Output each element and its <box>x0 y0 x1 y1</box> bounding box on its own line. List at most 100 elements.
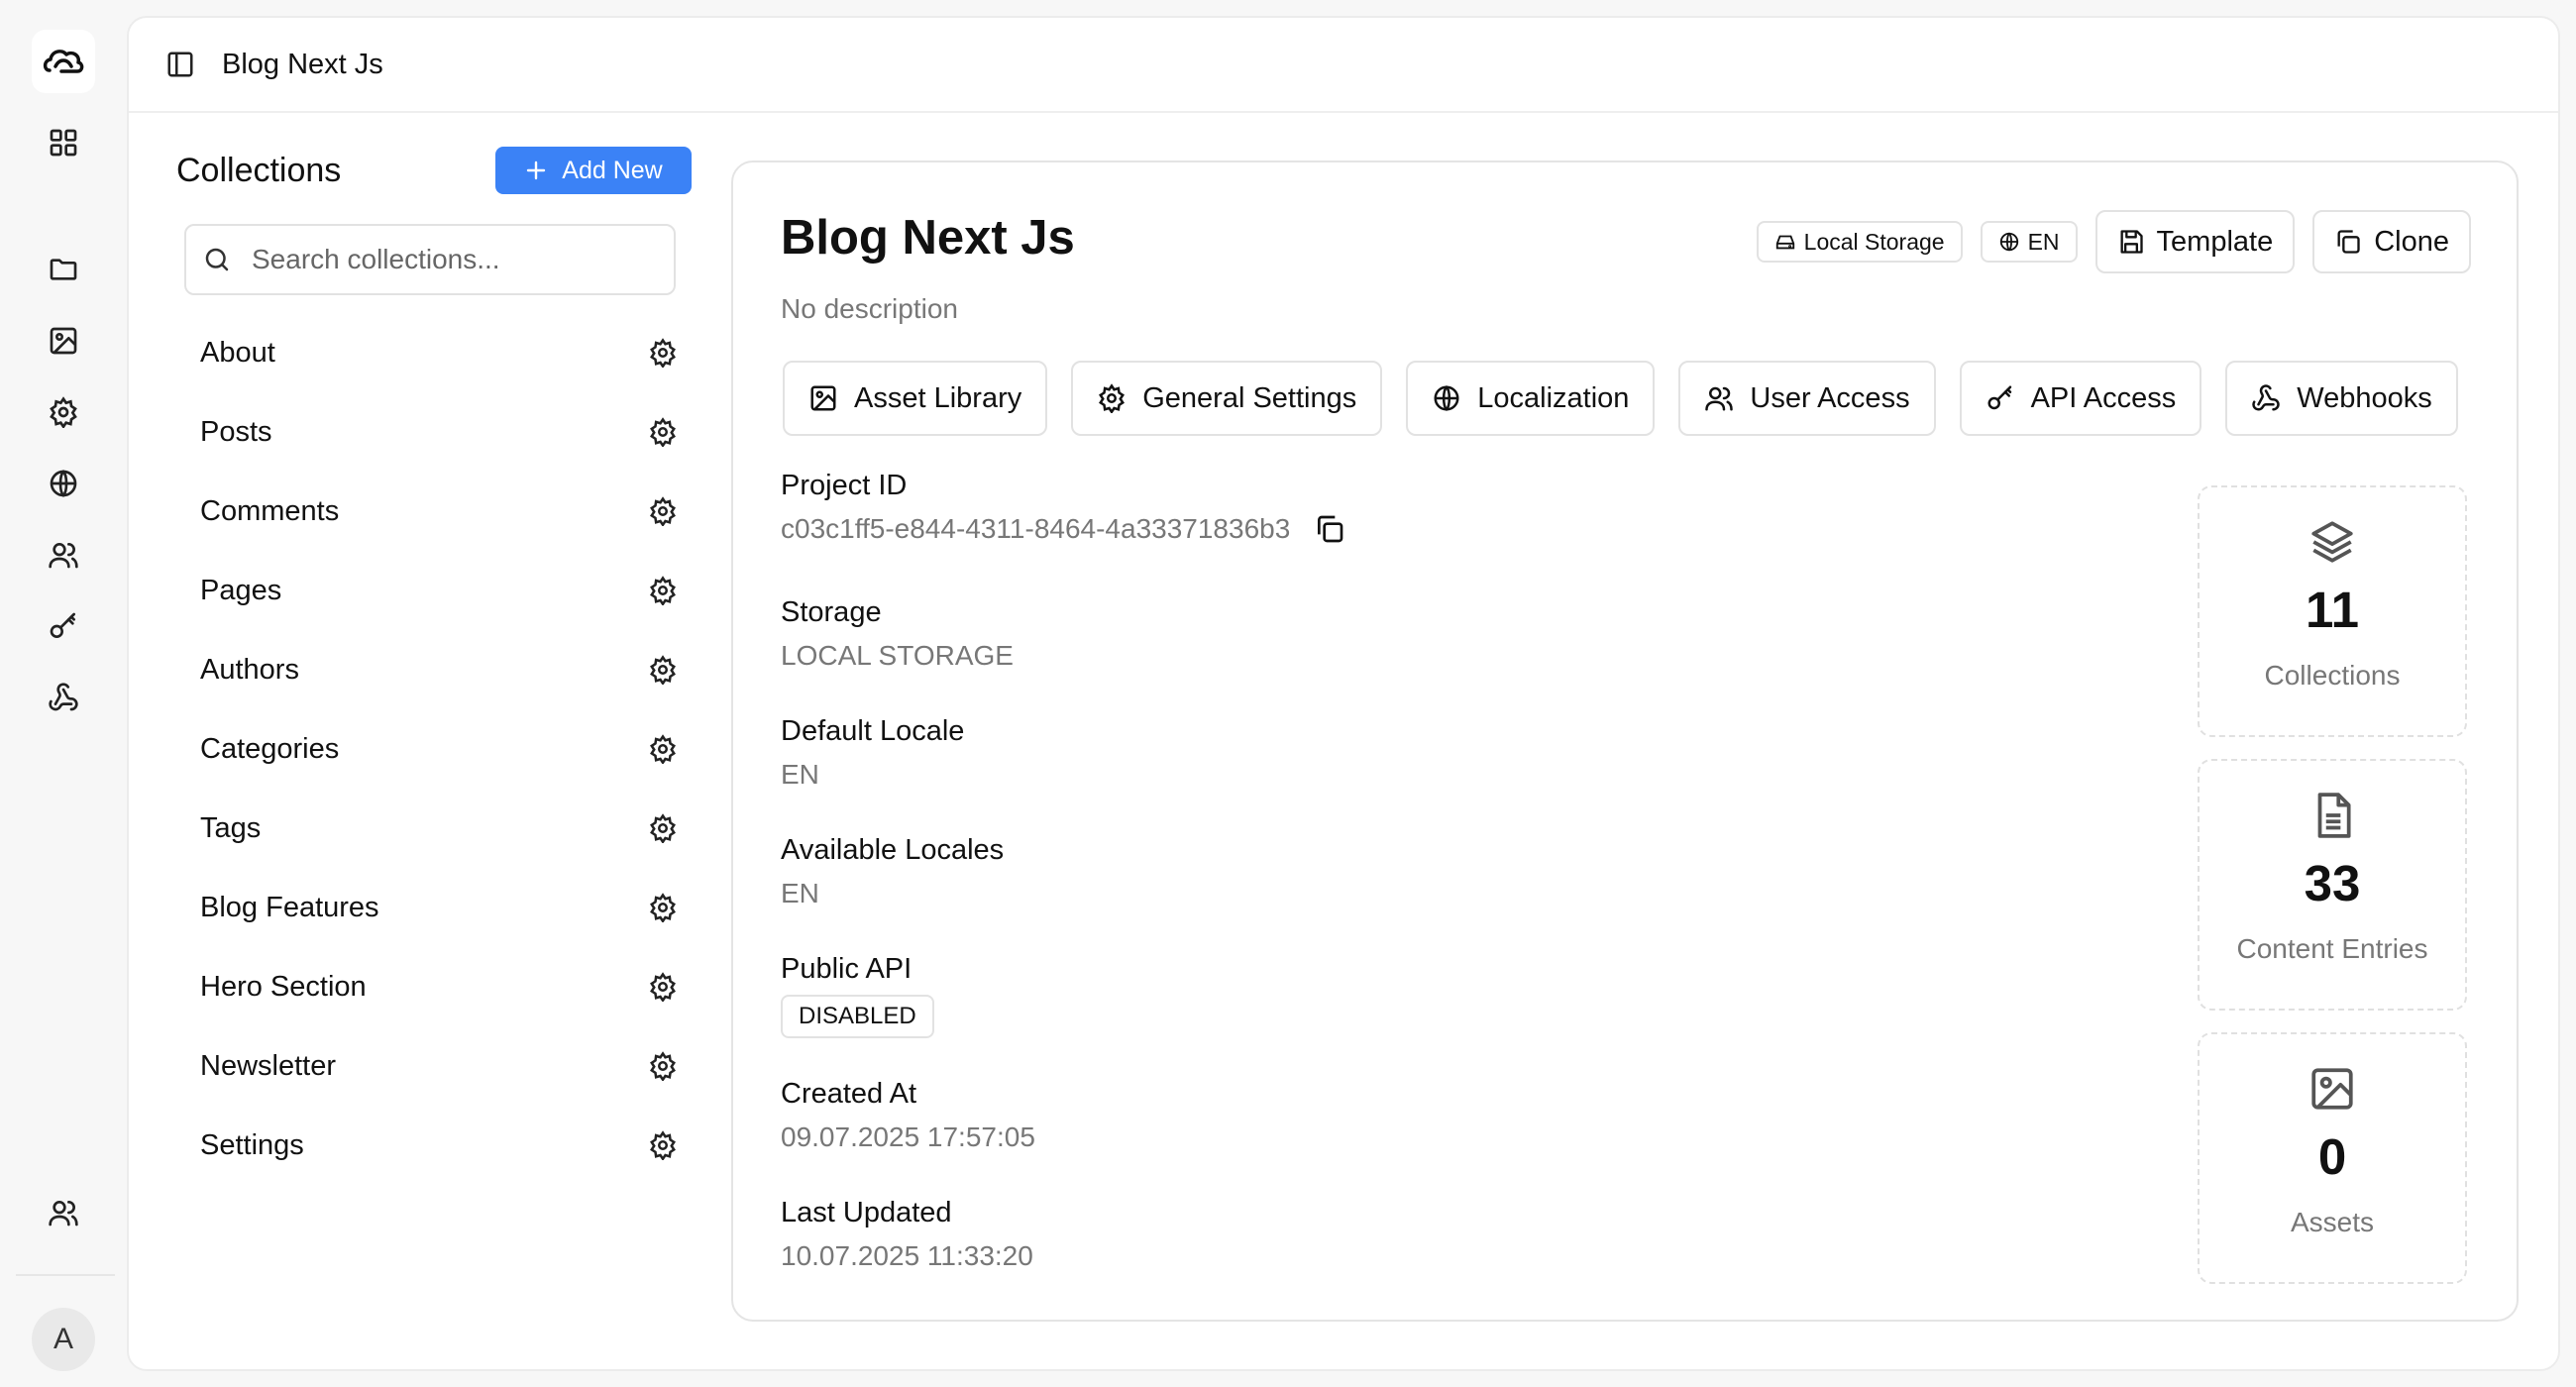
collection-label: Hero Section <box>200 970 367 1003</box>
field-default-locale: Default Locale EN <box>781 715 1345 834</box>
project-tabs: Asset Library General Settings Localizat… <box>783 361 2458 436</box>
breadcrumb-title: Blog Next Js <box>222 48 383 80</box>
settings-icon[interactable] <box>40 388 87 436</box>
created-at-label: Created At <box>781 1078 917 1110</box>
collection-item-newsletter[interactable]: Newsletter <box>176 1026 692 1106</box>
collection-item-comments[interactable]: Comments <box>176 472 692 551</box>
gear-icon[interactable] <box>648 338 678 368</box>
project-title: Blog Next Js <box>781 211 1075 265</box>
search-icon <box>205 248 229 271</box>
tab-user-access[interactable]: User Access <box>1678 361 1936 436</box>
search-input[interactable]: Search collections... <box>184 224 676 295</box>
clone-button[interactable]: Clone <box>2312 210 2471 273</box>
collection-item-posts[interactable]: Posts <box>176 392 692 472</box>
template-button[interactable]: Template <box>2094 210 2296 273</box>
gear-icon[interactable] <box>648 655 678 685</box>
dashboard-icon[interactable] <box>40 119 87 166</box>
search-placeholder: Search collections... <box>252 244 500 274</box>
team-users-icon[interactable] <box>40 1189 87 1236</box>
gear-icon[interactable] <box>648 893 678 922</box>
storage-badge-label: Local Storage <box>1803 228 1945 255</box>
hard-drive-icon <box>1775 235 1794 250</box>
tab-general-settings[interactable]: General Settings <box>1071 361 1383 436</box>
file-text-icon <box>2317 793 2351 838</box>
tab-asset-library[interactable]: Asset Library <box>783 361 1048 436</box>
collection-label: Comments <box>200 494 340 527</box>
collection-label: Tags <box>200 811 262 844</box>
gear-icon[interactable] <box>648 417 678 447</box>
template-label: Template <box>2156 225 2274 258</box>
layers-icon <box>2311 521 2353 563</box>
globe-icon[interactable] <box>40 460 87 507</box>
gear-icon[interactable] <box>648 496 678 526</box>
save-icon <box>2120 230 2143 254</box>
image-icon[interactable] <box>40 317 87 365</box>
field-project-id: Project ID c03c1ff5-e844-4311-8464-4a333… <box>781 470 1345 596</box>
field-last-updated: Last Updated 10.07.2025 11:33:20 <box>781 1197 1345 1296</box>
clone-label: Clone <box>2374 225 2449 258</box>
locale-badge-label: EN <box>2027 228 2060 255</box>
project-id-label: Project ID <box>781 470 908 501</box>
image-icon <box>810 385 836 411</box>
sidebar-toggle-icon[interactable] <box>161 45 200 84</box>
gear-icon[interactable] <box>648 813 678 843</box>
collection-item-pages[interactable]: Pages <box>176 551 692 630</box>
gear-icon[interactable] <box>648 1051 678 1081</box>
collection-label: Categories <box>200 732 340 765</box>
stat-collections: 11 Collections <box>2198 485 2467 737</box>
gear-icon[interactable] <box>648 576 678 605</box>
available-locales-label: Available Locales <box>781 834 1005 866</box>
collection-item-settings[interactable]: Settings <box>176 1106 692 1185</box>
stat-value: 0 <box>2317 1128 2347 1185</box>
collection-item-about[interactable]: About <box>176 313 692 392</box>
tab-label: User Access <box>1750 381 1910 414</box>
app-logo[interactable] <box>32 30 95 93</box>
tab-webhooks[interactable]: Webhooks <box>2225 361 2458 436</box>
collection-label: Blog Features <box>200 891 379 923</box>
field-available-locales: Available Locales EN <box>781 834 1345 953</box>
collection-label: Posts <box>200 415 272 448</box>
collection-item-hero-section[interactable]: Hero Section <box>176 947 692 1026</box>
locale-badge: EN <box>1980 221 2078 263</box>
key-icon[interactable] <box>40 602 87 650</box>
tab-api-access[interactable]: API Access <box>1959 361 2202 436</box>
collections-heading: Collections <box>176 151 342 189</box>
collection-label: Settings <box>200 1128 304 1161</box>
header-actions: Local Storage EN Template Clone <box>1756 210 2471 273</box>
collection-label: Authors <box>200 653 299 686</box>
avatar-letter: A <box>53 1323 73 1355</box>
rail-divider <box>16 1274 115 1276</box>
collections-list: About Posts Comments Pages Authors Categ… <box>176 313 692 1185</box>
stat-value: 11 <box>2306 582 2359 638</box>
field-storage: Storage LOCAL STORAGE <box>781 596 1345 715</box>
users-icon[interactable] <box>40 531 87 579</box>
public-api-label: Public API <box>781 953 912 985</box>
icon-rail: A <box>0 0 127 1387</box>
tab-label: Asset Library <box>854 381 1022 414</box>
add-new-label: Add New <box>562 156 663 184</box>
collection-label: About <box>200 336 275 369</box>
gear-icon[interactable] <box>648 1130 678 1160</box>
avatar[interactable]: A <box>32 1308 95 1371</box>
top-bar: Blog Next Js <box>129 18 2558 113</box>
settings-icon <box>1099 383 1126 413</box>
collection-item-categories[interactable]: Categories <box>176 709 692 789</box>
webhook-icon[interactable] <box>40 674 87 721</box>
public-api-status-badge: DISABLED <box>781 995 934 1038</box>
project-details: Project ID c03c1ff5-e844-4311-8464-4a333… <box>781 470 1345 1296</box>
stat-label: Assets <box>2290 1207 2375 1237</box>
collections-panel: Collections Add New Search collections..… <box>176 147 692 1185</box>
copy-icon[interactable] <box>1314 513 1345 545</box>
collection-item-blog-features[interactable]: Blog Features <box>176 868 692 947</box>
gear-icon[interactable] <box>648 734 678 764</box>
add-new-button[interactable]: Add New <box>495 147 692 194</box>
tab-localization[interactable]: Localization <box>1406 361 1656 436</box>
collection-item-authors[interactable]: Authors <box>176 630 692 709</box>
collection-item-tags[interactable]: Tags <box>176 789 692 868</box>
collection-label: Newsletter <box>200 1049 336 1082</box>
storage-label: Storage <box>781 596 882 628</box>
stat-assets: 0 Assets <box>2198 1032 2467 1284</box>
project-id-value: c03c1ff5-e844-4311-8464-4a33371836b3 <box>781 513 1291 544</box>
gear-icon[interactable] <box>648 972 678 1002</box>
folder-icon[interactable] <box>40 246 87 293</box>
